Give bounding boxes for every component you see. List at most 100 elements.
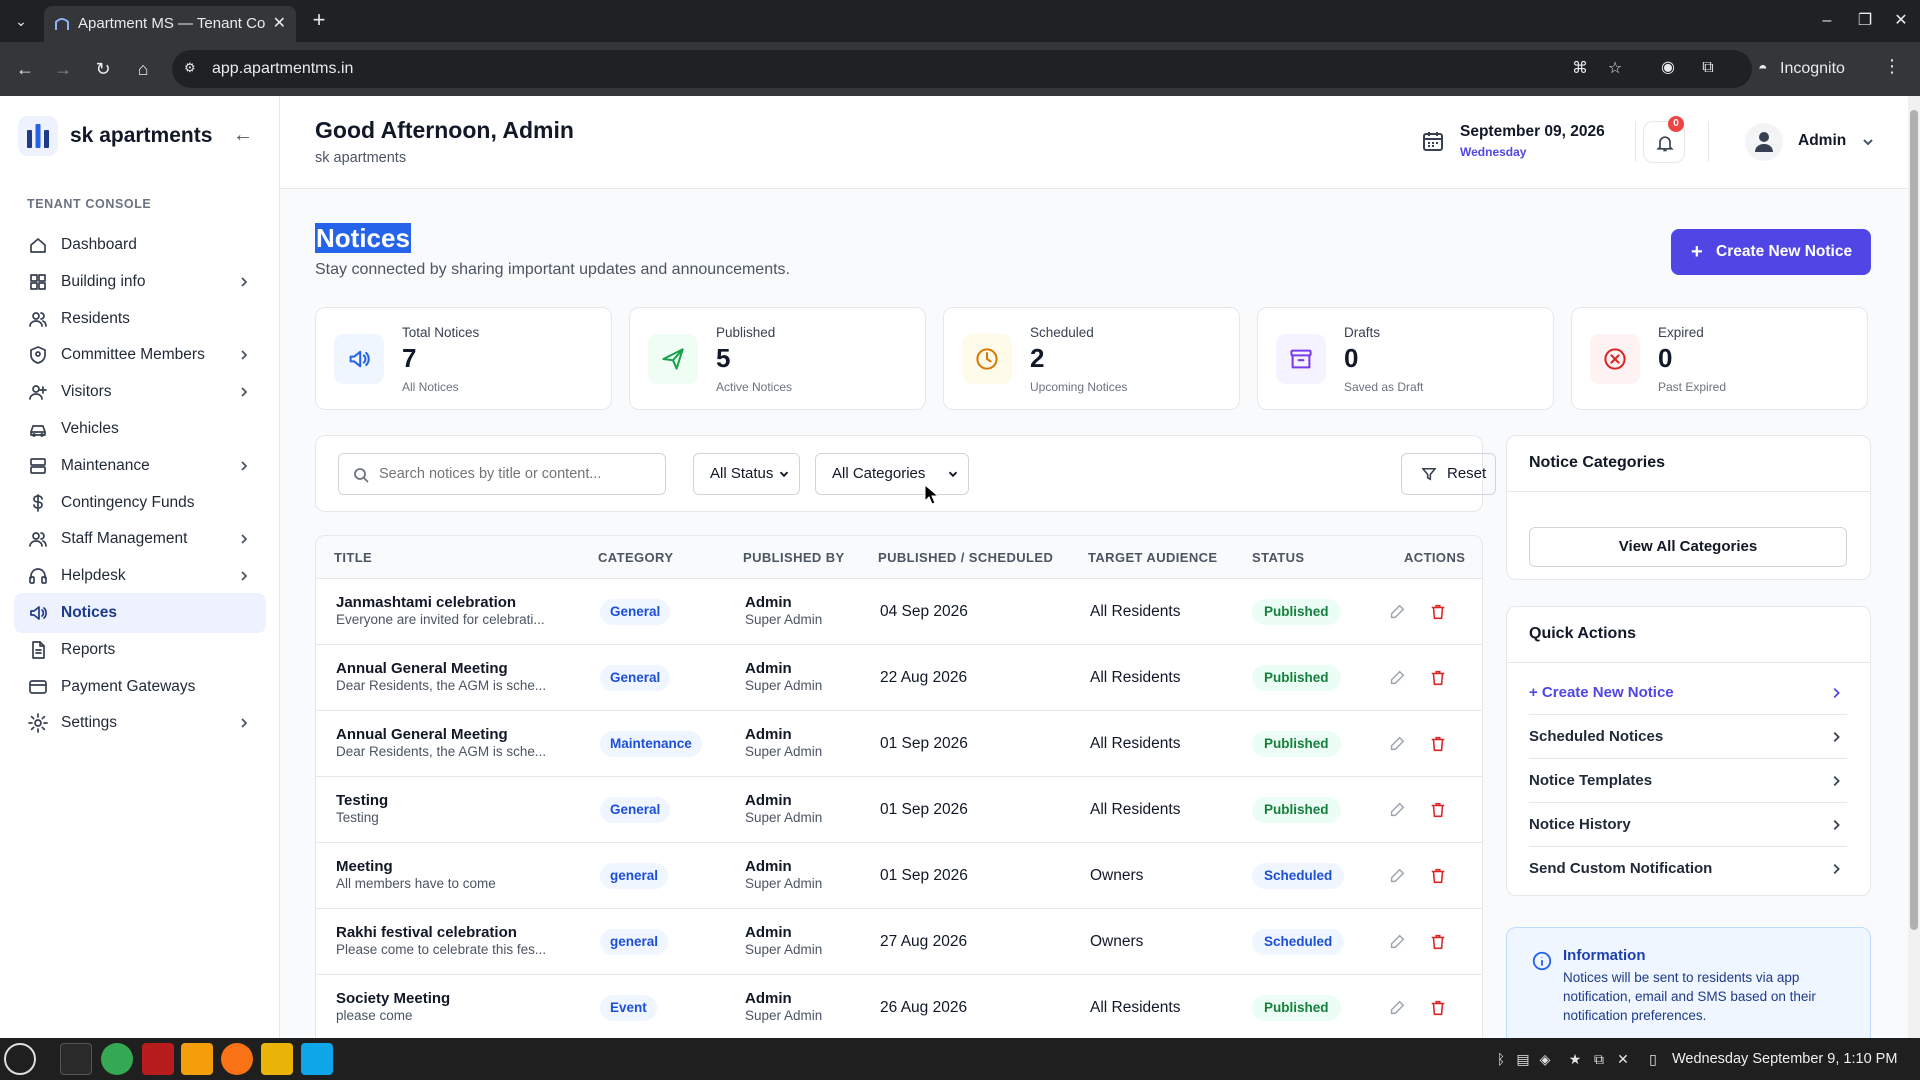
quick-action-item[interactable]: Notice Templates bbox=[1529, 759, 1847, 803]
sidebar-item-dashboard[interactable]: Dashboard bbox=[14, 225, 266, 265]
sidebar-item-settings[interactable]: Settings bbox=[14, 703, 266, 743]
notice-title[interactable]: Annual General Meeting bbox=[336, 660, 508, 677]
sidebar-item-staff-management[interactable]: Staff Management bbox=[14, 519, 266, 559]
stat-card-published[interactable]: Published 5 Active Notices bbox=[629, 307, 926, 410]
search-input[interactable] bbox=[379, 454, 659, 494]
extension-color-icon[interactable]: ◉ bbox=[1656, 56, 1680, 80]
chrome-icon[interactable] bbox=[101, 1043, 133, 1075]
table-row[interactable]: Meeting All members have to come general Ad… bbox=[316, 843, 1482, 909]
delete-trash-icon[interactable] bbox=[1429, 999, 1447, 1017]
terminal-icon[interactable] bbox=[60, 1043, 92, 1075]
sidebar-item-contingency-funds[interactable]: Contingency Funds bbox=[14, 483, 266, 523]
reset-button[interactable]: Reset bbox=[1401, 453, 1496, 495]
back-icon[interactable]: ← bbox=[12, 56, 38, 82]
sidebar-item-helpdesk[interactable]: Helpdesk bbox=[14, 556, 266, 596]
view-all-categories-button[interactable]: View All Categories bbox=[1529, 527, 1847, 567]
bluetooth-icon[interactable]: ᛒ bbox=[1492, 1049, 1510, 1069]
search-box[interactable] bbox=[338, 453, 666, 495]
create-notice-button[interactable]: + Create New Notice bbox=[1671, 229, 1871, 275]
extensions-puzzle-icon[interactable]: ⧉ bbox=[1696, 56, 1720, 80]
collapse-sidebar-icon[interactable]: ← bbox=[230, 122, 256, 148]
edit-pencil-icon[interactable] bbox=[1388, 867, 1406, 885]
delete-trash-icon[interactable] bbox=[1429, 735, 1447, 753]
table-row[interactable]: Society Meeting please come Event Admin Supe… bbox=[316, 975, 1482, 1038]
category-select[interactable]: All Categories bbox=[815, 453, 969, 495]
close-window-icon[interactable]: ✕ bbox=[1886, 8, 1916, 34]
table-row[interactable]: Annual General Meeting Dear Residents, th… bbox=[316, 711, 1482, 777]
sidebar-item-committee-members[interactable]: Committee Members bbox=[14, 335, 266, 375]
sidebar-item-notices[interactable]: Notices bbox=[14, 593, 266, 633]
shield-tray-icon[interactable]: ◈ bbox=[1536, 1049, 1554, 1069]
system-clock[interactable]: Wednesday September 9, 1:10 PM bbox=[1672, 1038, 1897, 1080]
sidebar-item-residents[interactable]: Residents bbox=[14, 299, 266, 339]
status-select[interactable]: All Status bbox=[693, 453, 800, 495]
notice-title[interactable]: Janmashtami celebration bbox=[336, 594, 516, 611]
bookmark-star-icon[interactable]: ☆ bbox=[1605, 59, 1625, 79]
edit-pencil-icon[interactable] bbox=[1388, 735, 1406, 753]
sidebar-item-maintenance[interactable]: Maintenance bbox=[14, 446, 266, 486]
table-row[interactable]: Annual General Meeting Dear Residents, th… bbox=[316, 645, 1482, 711]
table-row[interactable]: Janmashtami celebration Everyone are invi… bbox=[316, 579, 1482, 645]
stat-card-scheduled[interactable]: Scheduled 2 Upcoming Notices bbox=[943, 307, 1240, 410]
app-launcher-icon[interactable] bbox=[301, 1043, 333, 1075]
sidebar-item-vehicles[interactable]: Vehicles bbox=[14, 409, 266, 449]
user-name[interactable]: Admin bbox=[1798, 132, 1846, 150]
sublime-text-icon[interactable] bbox=[181, 1043, 213, 1075]
notifications-button[interactable]: 0 bbox=[1643, 116, 1685, 163]
star-tray-icon[interactable]: ★ bbox=[1566, 1049, 1584, 1069]
notice-title[interactable]: Meeting bbox=[336, 858, 393, 875]
reload-icon[interactable]: ↻ bbox=[90, 56, 116, 82]
omnibox[interactable]: ⚙ app.apartmentms.in ⌘ ☆ bbox=[172, 50, 1752, 88]
notice-title[interactable]: Rakhi festival celebration bbox=[336, 924, 517, 941]
sidebar-item-payment-gateways[interactable]: Payment Gateways bbox=[14, 667, 266, 707]
page-scrollbar[interactable] bbox=[1908, 96, 1920, 1038]
table-row[interactable]: Testing Testing General Admin Super Admin 01 … bbox=[316, 777, 1482, 843]
chevron-down-icon[interactable] bbox=[1860, 134, 1876, 150]
clipboard-icon[interactable]: ▤ bbox=[1514, 1049, 1532, 1069]
delete-trash-icon[interactable] bbox=[1429, 669, 1447, 687]
sidebar-item-visitors[interactable]: Visitors bbox=[14, 372, 266, 412]
edit-pencil-icon[interactable] bbox=[1388, 603, 1406, 621]
sidebar-item-reports[interactable]: Reports bbox=[14, 630, 266, 670]
restore-icon[interactable]: ❐ bbox=[1850, 8, 1880, 34]
delete-trash-icon[interactable] bbox=[1429, 801, 1447, 819]
os-menu-icon[interactable] bbox=[4, 1043, 36, 1075]
tab-search-button[interactable]: ⌄ bbox=[6, 8, 36, 34]
tab-close-icon[interactable]: ✕ bbox=[273, 6, 286, 42]
table-row[interactable]: Rakhi festival celebration Please come to… bbox=[316, 909, 1482, 975]
browser-tab[interactable]: Apartment MS — Tenant Co ✕ bbox=[44, 6, 296, 42]
quick-action-item[interactable]: Send Custom Notification bbox=[1529, 847, 1847, 891]
notice-title[interactable]: Testing bbox=[336, 792, 388, 809]
translate-icon[interactable]: ⌘ bbox=[1570, 59, 1590, 79]
minimize-icon[interactable]: – bbox=[1812, 8, 1842, 34]
delete-trash-icon[interactable] bbox=[1429, 933, 1447, 951]
edit-pencil-icon[interactable] bbox=[1388, 999, 1406, 1017]
notice-title[interactable]: Society Meeting bbox=[336, 990, 450, 1007]
home-icon[interactable]: ⌂ bbox=[130, 56, 156, 82]
scrollbar-thumb[interactable] bbox=[1910, 110, 1918, 930]
new-tab-button[interactable]: + bbox=[306, 8, 332, 34]
browser-menu-icon[interactable]: ⋮ bbox=[1882, 56, 1902, 77]
delete-trash-icon[interactable] bbox=[1429, 867, 1447, 885]
battery-icon[interactable]: ▯ bbox=[1644, 1049, 1662, 1069]
stat-card-drafts[interactable]: Drafts 0 Saved as Draft bbox=[1257, 307, 1554, 410]
site-info-icon[interactable]: ⚙ bbox=[184, 60, 204, 78]
url-text[interactable]: app.apartmentms.in bbox=[212, 50, 353, 88]
files-icon[interactable] bbox=[261, 1043, 293, 1075]
quick-action-item[interactable]: Notice History bbox=[1529, 803, 1847, 847]
quick-action-item[interactable]: Scheduled Notices bbox=[1529, 715, 1847, 759]
incognito-indicator[interactable]: ◓ Incognito bbox=[1750, 52, 1860, 86]
filezilla-icon[interactable] bbox=[142, 1043, 174, 1075]
forward-icon[interactable]: → bbox=[50, 56, 76, 82]
notice-title[interactable]: Annual General Meeting bbox=[336, 726, 508, 743]
volume-muted-icon[interactable]: ✕ bbox=[1614, 1049, 1632, 1069]
delete-trash-icon[interactable] bbox=[1429, 603, 1447, 621]
edit-pencil-icon[interactable] bbox=[1388, 669, 1406, 687]
stat-card-total-notices[interactable]: Total Notices 7 All Notices bbox=[315, 307, 612, 410]
sidebar-item-building-info[interactable]: Building info bbox=[14, 262, 266, 302]
avatar[interactable] bbox=[1745, 123, 1783, 161]
network-icon[interactable]: ⧉ bbox=[1590, 1049, 1608, 1069]
edit-pencil-icon[interactable] bbox=[1388, 801, 1406, 819]
stat-card-expired[interactable]: Expired 0 Past Expired bbox=[1571, 307, 1868, 410]
edit-pencil-icon[interactable] bbox=[1388, 933, 1406, 951]
